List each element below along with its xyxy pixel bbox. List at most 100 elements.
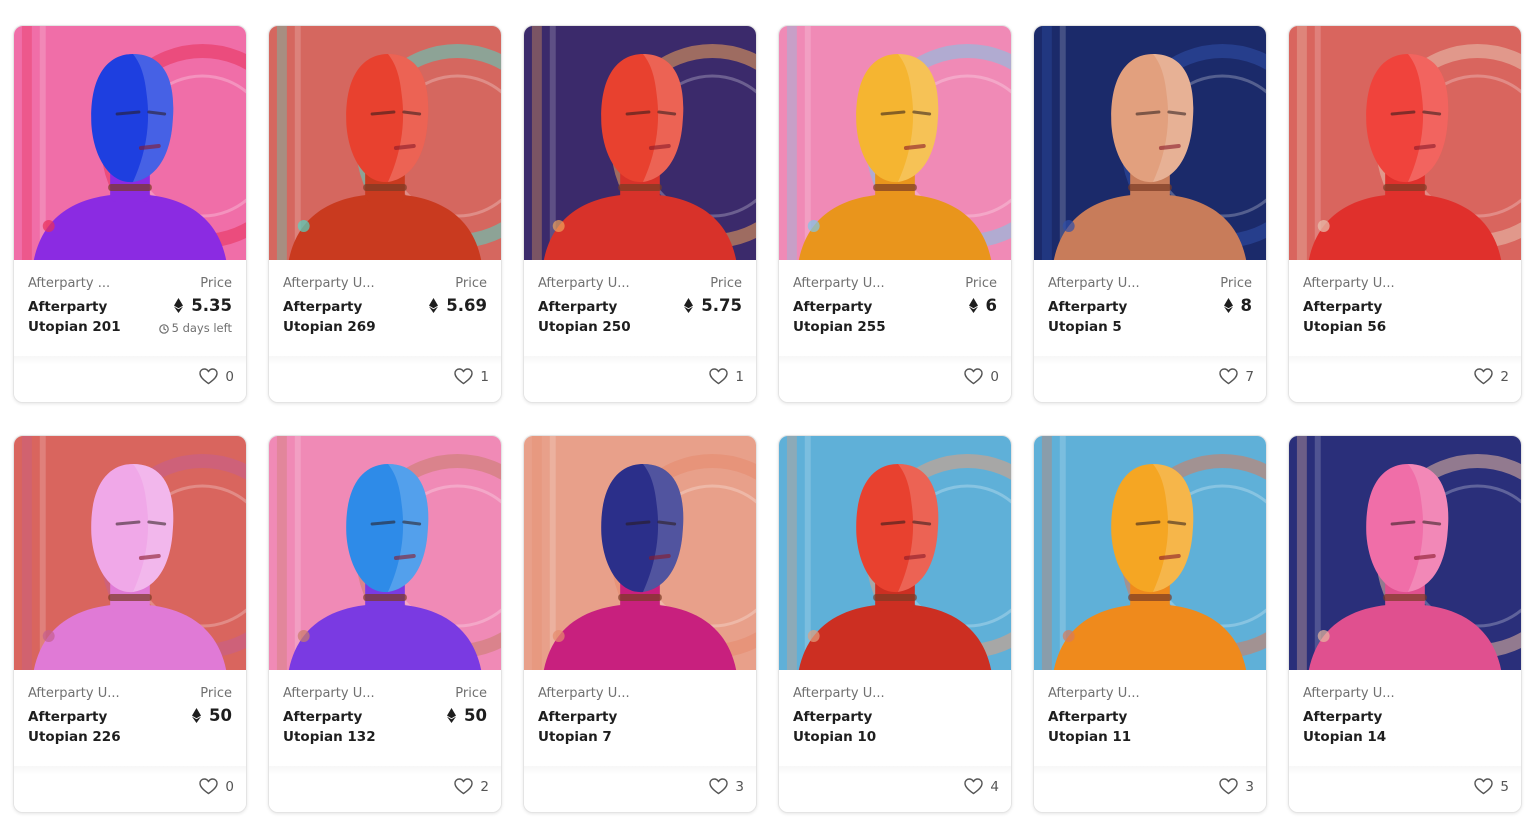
collection-name[interactable]: Afterparty ...	[28, 276, 138, 291]
price-value: 8	[1223, 296, 1252, 315]
nft-title[interactable]: Afterparty Utopian 250	[538, 297, 658, 337]
nft-artwork[interactable]	[779, 436, 1011, 670]
heart-icon	[454, 368, 474, 385]
collection-name[interactable]: Afterparty U...	[1303, 276, 1413, 291]
ethereum-icon	[447, 708, 457, 723]
collection-name[interactable]: Afterparty U...	[793, 686, 903, 701]
card-info: Afterparty U... Afterparty Utopian 5 Pri…	[1034, 260, 1266, 356]
like-button[interactable]: 3	[709, 778, 744, 795]
nft-title[interactable]: Afterparty Utopian 201	[28, 297, 148, 337]
nft-artwork[interactable]	[269, 436, 501, 670]
price-label: Price	[200, 686, 232, 701]
price-label: Price	[455, 686, 487, 701]
like-button[interactable]: 0	[964, 368, 999, 385]
nft-title-line2: Utopian 255	[793, 319, 886, 335]
price-amount: 5.75	[701, 296, 742, 315]
like-count: 1	[480, 368, 489, 385]
nft-artwork[interactable]	[1289, 436, 1521, 670]
nft-title-line2: Utopian 250	[538, 319, 631, 335]
nft-card[interactable]: Afterparty U... Afterparty Utopian 250 P…	[523, 25, 757, 403]
card-info: Afterparty U... Afterparty Utopian 14	[1289, 670, 1521, 766]
nft-title[interactable]: Afterparty Utopian 269	[283, 297, 403, 337]
nft-card[interactable]: Afterparty U... Afterparty Utopian 11 3	[1033, 435, 1267, 813]
nft-artwork[interactable]	[779, 26, 1011, 260]
nft-card[interactable]: Afterparty U... Afterparty Utopian 132 P…	[268, 435, 502, 813]
like-button[interactable]: 0	[199, 368, 234, 385]
collection-name[interactable]: Afterparty U...	[1048, 686, 1158, 701]
heart-icon	[964, 778, 984, 795]
nft-title[interactable]: Afterparty Utopian 255	[793, 297, 913, 337]
nft-title[interactable]: Afterparty Utopian 56	[1303, 297, 1423, 337]
collection-name[interactable]: Afterparty U...	[1303, 686, 1413, 701]
nft-artwork[interactable]	[524, 26, 756, 260]
nft-artwork[interactable]	[524, 436, 756, 670]
nft-title[interactable]: Afterparty Utopian 14	[1303, 707, 1423, 747]
like-count: 3	[1245, 778, 1254, 795]
like-count: 1	[735, 368, 744, 385]
like-count: 2	[1500, 368, 1509, 385]
nft-card[interactable]: Afterparty U... Afterparty Utopian 5 Pri…	[1033, 25, 1267, 403]
nft-title[interactable]: Afterparty Utopian 7	[538, 707, 658, 747]
nft-title-line2: Utopian 11	[1048, 729, 1132, 745]
like-button[interactable]: 7	[1219, 368, 1254, 385]
nft-artwork[interactable]	[14, 26, 246, 260]
nft-artwork[interactable]	[269, 26, 501, 260]
nft-card[interactable]: Afterparty U... Afterparty Utopian 14 5	[1288, 435, 1522, 813]
nft-title-line1: Afterparty	[538, 709, 618, 725]
ethereum-icon	[429, 298, 439, 313]
collection-name[interactable]: Afterparty U...	[1048, 276, 1158, 291]
nft-title-line2: Utopian 7	[538, 729, 612, 745]
nft-title-line2: Utopian 5	[1048, 319, 1122, 335]
card-footer: 2	[269, 766, 501, 812]
nft-artwork[interactable]	[1034, 436, 1266, 670]
like-count: 3	[735, 778, 744, 795]
collection-name[interactable]: Afterparty U...	[538, 686, 648, 701]
like-button[interactable]: 1	[709, 368, 744, 385]
collection-name[interactable]: Afterparty U...	[538, 276, 648, 291]
nft-card[interactable]: Afterparty ... Afterparty Utopian 201 Pr…	[13, 25, 247, 403]
time-left-text: 5 days left	[171, 321, 232, 335]
nft-artwork[interactable]	[14, 436, 246, 670]
like-count: 2	[480, 778, 489, 795]
price-amount: 8	[1240, 296, 1252, 315]
like-count: 0	[225, 778, 234, 795]
nft-artwork[interactable]	[1034, 26, 1266, 260]
like-button[interactable]: 2	[1474, 368, 1509, 385]
nft-card[interactable]: Afterparty U... Afterparty Utopian 7 3	[523, 435, 757, 813]
like-button[interactable]: 2	[454, 778, 489, 795]
like-count: 0	[225, 368, 234, 385]
nft-card[interactable]: Afterparty U... Afterparty Utopian 226 P…	[13, 435, 247, 813]
card-footer: 5	[1289, 766, 1521, 812]
card-footer: 4	[779, 766, 1011, 812]
nft-card[interactable]: Afterparty U... Afterparty Utopian 56 2	[1288, 25, 1522, 403]
collection-name[interactable]: Afterparty U...	[28, 686, 138, 701]
nft-title[interactable]: Afterparty Utopian 132	[283, 707, 403, 747]
nft-title-line2: Utopian 269	[283, 319, 376, 335]
collection-name[interactable]: Afterparty U...	[283, 686, 393, 701]
like-button[interactable]: 5	[1474, 778, 1509, 795]
nft-card[interactable]: Afterparty U... Afterparty Utopian 269 P…	[268, 25, 502, 403]
nft-title[interactable]: Afterparty Utopian 10	[793, 707, 913, 747]
nft-artwork[interactable]	[1289, 26, 1521, 260]
nft-title-line1: Afterparty	[283, 709, 363, 725]
like-button[interactable]: 3	[1219, 778, 1254, 795]
collection-name[interactable]: Afterparty U...	[283, 276, 393, 291]
like-button[interactable]: 4	[964, 778, 999, 795]
like-count: 7	[1245, 368, 1254, 385]
like-button[interactable]: 0	[199, 778, 234, 795]
nft-title-line1: Afterparty	[28, 709, 108, 725]
ethereum-icon	[1223, 298, 1233, 313]
collection-name[interactable]: Afterparty U...	[793, 276, 903, 291]
heart-icon	[1219, 368, 1239, 385]
price-label: Price	[965, 276, 997, 291]
nft-title[interactable]: Afterparty Utopian 226	[28, 707, 148, 747]
nft-title-line1: Afterparty	[793, 709, 873, 725]
nft-title[interactable]: Afterparty Utopian 11	[1048, 707, 1168, 747]
nft-title[interactable]: Afterparty Utopian 5	[1048, 297, 1168, 337]
nft-card[interactable]: Afterparty U... Afterparty Utopian 10 4	[778, 435, 1012, 813]
nft-card[interactable]: Afterparty U... Afterparty Utopian 255 P…	[778, 25, 1012, 403]
price-amount: 50	[209, 706, 232, 725]
like-button[interactable]: 1	[454, 368, 489, 385]
heart-icon	[454, 778, 474, 795]
ethereum-icon	[192, 708, 202, 723]
